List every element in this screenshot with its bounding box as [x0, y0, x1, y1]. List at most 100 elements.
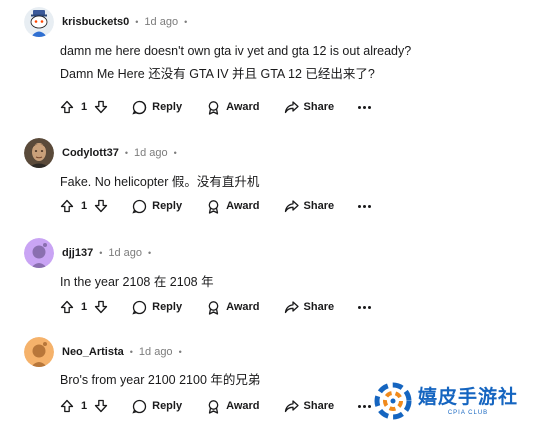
- more-icon: [358, 305, 362, 309]
- downvote-icon[interactable]: [94, 199, 108, 213]
- vote-count: 1: [81, 400, 88, 412]
- more-options-button[interactable]: [358, 404, 372, 408]
- reply-icon: [132, 300, 147, 315]
- downvote-icon[interactable]: [94, 100, 108, 114]
- timestamp[interactable]: 1d ago: [108, 247, 142, 259]
- more-icon: [358, 404, 362, 408]
- comment-actions: 1 Reply Award Share: [60, 297, 372, 317]
- comment-body-line: Bro's from year 2100 2100 年的兄弟: [60, 373, 261, 387]
- share-button[interactable]: Share: [284, 300, 335, 315]
- comment-header: krisbuckets0 • 1d ago •: [24, 6, 193, 38]
- separator-dot: •: [173, 148, 177, 158]
- reply-button[interactable]: Reply: [132, 399, 182, 414]
- upvote-icon[interactable]: [60, 199, 74, 213]
- watermark-logo-icon: [374, 382, 412, 420]
- award-label: Award: [226, 301, 260, 313]
- comment-header: djj137 • 1d ago •: [24, 237, 157, 269]
- timestamp[interactable]: 1d ago: [144, 16, 178, 28]
- comment-actions: 1 Reply Award Share: [60, 196, 372, 216]
- vote-count: 1: [81, 301, 88, 313]
- more-options-button[interactable]: [358, 105, 372, 109]
- share-icon: [284, 399, 299, 412]
- reply-icon: [132, 399, 147, 414]
- more-icon: [358, 204, 362, 208]
- separator-dot: •: [148, 248, 152, 258]
- downvote-icon[interactable]: [94, 399, 108, 413]
- share-button[interactable]: Share: [284, 399, 335, 414]
- default-avatar-icon: [24, 238, 54, 268]
- reply-label: Reply: [152, 400, 183, 412]
- separator-dot: •: [129, 347, 133, 357]
- comment-actions: 1 Reply Award Share: [60, 97, 372, 117]
- share-icon: [284, 100, 299, 113]
- vote-group: 1: [60, 100, 108, 114]
- username[interactable]: krisbuckets0: [62, 16, 129, 28]
- award-icon: [208, 199, 219, 214]
- award-button[interactable]: Award: [206, 399, 260, 414]
- share-button[interactable]: Share: [284, 199, 335, 214]
- separator-dot: •: [184, 17, 188, 27]
- share-icon: [284, 199, 299, 212]
- reply-icon: [132, 100, 147, 115]
- award-icon: [208, 300, 219, 315]
- vote-count: 1: [81, 200, 88, 212]
- award-button[interactable]: Award: [206, 100, 260, 115]
- share-button[interactable]: Share: [284, 100, 335, 115]
- separator-dot: •: [178, 347, 182, 357]
- award-label: Award: [226, 101, 260, 113]
- reply-button[interactable]: Reply: [132, 300, 182, 315]
- award-button[interactable]: Award: [206, 300, 260, 315]
- comment-body-line: damn me here doesn't own gta iv yet and …: [60, 44, 412, 58]
- comment-header: Neo_Artista • 1d ago •: [24, 336, 188, 368]
- profile-photo-icon: [24, 138, 54, 168]
- timestamp[interactable]: 1d ago: [134, 147, 168, 159]
- comment-header: Codylott37 • 1d ago •: [24, 137, 183, 169]
- reply-icon: [132, 199, 147, 214]
- vote-group: 1: [60, 399, 108, 413]
- upvote-icon[interactable]: [60, 399, 74, 413]
- award-icon: [208, 399, 219, 414]
- username[interactable]: Neo_Artista: [62, 346, 124, 358]
- vote-count: 1: [81, 101, 88, 113]
- comment-body-line: In the year 2108 在 2108 年: [60, 275, 214, 289]
- upvote-icon[interactable]: [60, 300, 74, 314]
- separator-dot: •: [135, 17, 139, 27]
- award-label: Award: [226, 400, 260, 412]
- more-options-button[interactable]: [358, 305, 372, 309]
- snoo-avatar-icon: [24, 7, 54, 37]
- share-icon: [284, 300, 299, 313]
- award-icon: [208, 100, 219, 115]
- username[interactable]: Codylott37: [62, 147, 119, 159]
- username[interactable]: djj137: [62, 247, 93, 259]
- comment-body-line: Fake. No helicopter 假。没有直升机: [60, 175, 260, 189]
- reply-button[interactable]: Reply: [132, 100, 182, 115]
- avatar[interactable]: [24, 7, 54, 37]
- award-button[interactable]: Award: [206, 199, 260, 214]
- share-label: Share: [303, 200, 335, 212]
- vote-group: 1: [60, 199, 108, 213]
- separator-dot: •: [124, 148, 128, 158]
- avatar[interactable]: [24, 337, 54, 367]
- reply-label: Reply: [152, 200, 183, 212]
- timestamp[interactable]: 1d ago: [139, 346, 173, 358]
- avatar[interactable]: [24, 138, 54, 168]
- watermark-subtitle: CPIA CLUB: [447, 409, 489, 416]
- vote-group: 1: [60, 300, 108, 314]
- watermark: 嬉皮手游社 CPIA CLUB: [374, 382, 518, 420]
- share-label: Share: [303, 400, 335, 412]
- default-avatar-icon: [24, 337, 54, 367]
- reply-label: Reply: [152, 101, 183, 113]
- reply-button[interactable]: Reply: [132, 199, 182, 214]
- comment-actions: 1 Reply Award Share: [60, 396, 372, 416]
- reply-label: Reply: [152, 301, 183, 313]
- separator-dot: •: [99, 248, 103, 258]
- share-label: Share: [303, 101, 335, 113]
- downvote-icon[interactable]: [94, 300, 108, 314]
- comment-body-line: Damn Me Here 还没有 GTA IV 并且 GTA 12 已经出来了?: [60, 67, 375, 81]
- upvote-icon[interactable]: [60, 100, 74, 114]
- share-label: Share: [303, 301, 335, 313]
- more-options-button[interactable]: [358, 204, 372, 208]
- watermark-title: 嬉皮手游社: [418, 386, 519, 408]
- more-icon: [358, 105, 362, 109]
- avatar[interactable]: [24, 238, 54, 268]
